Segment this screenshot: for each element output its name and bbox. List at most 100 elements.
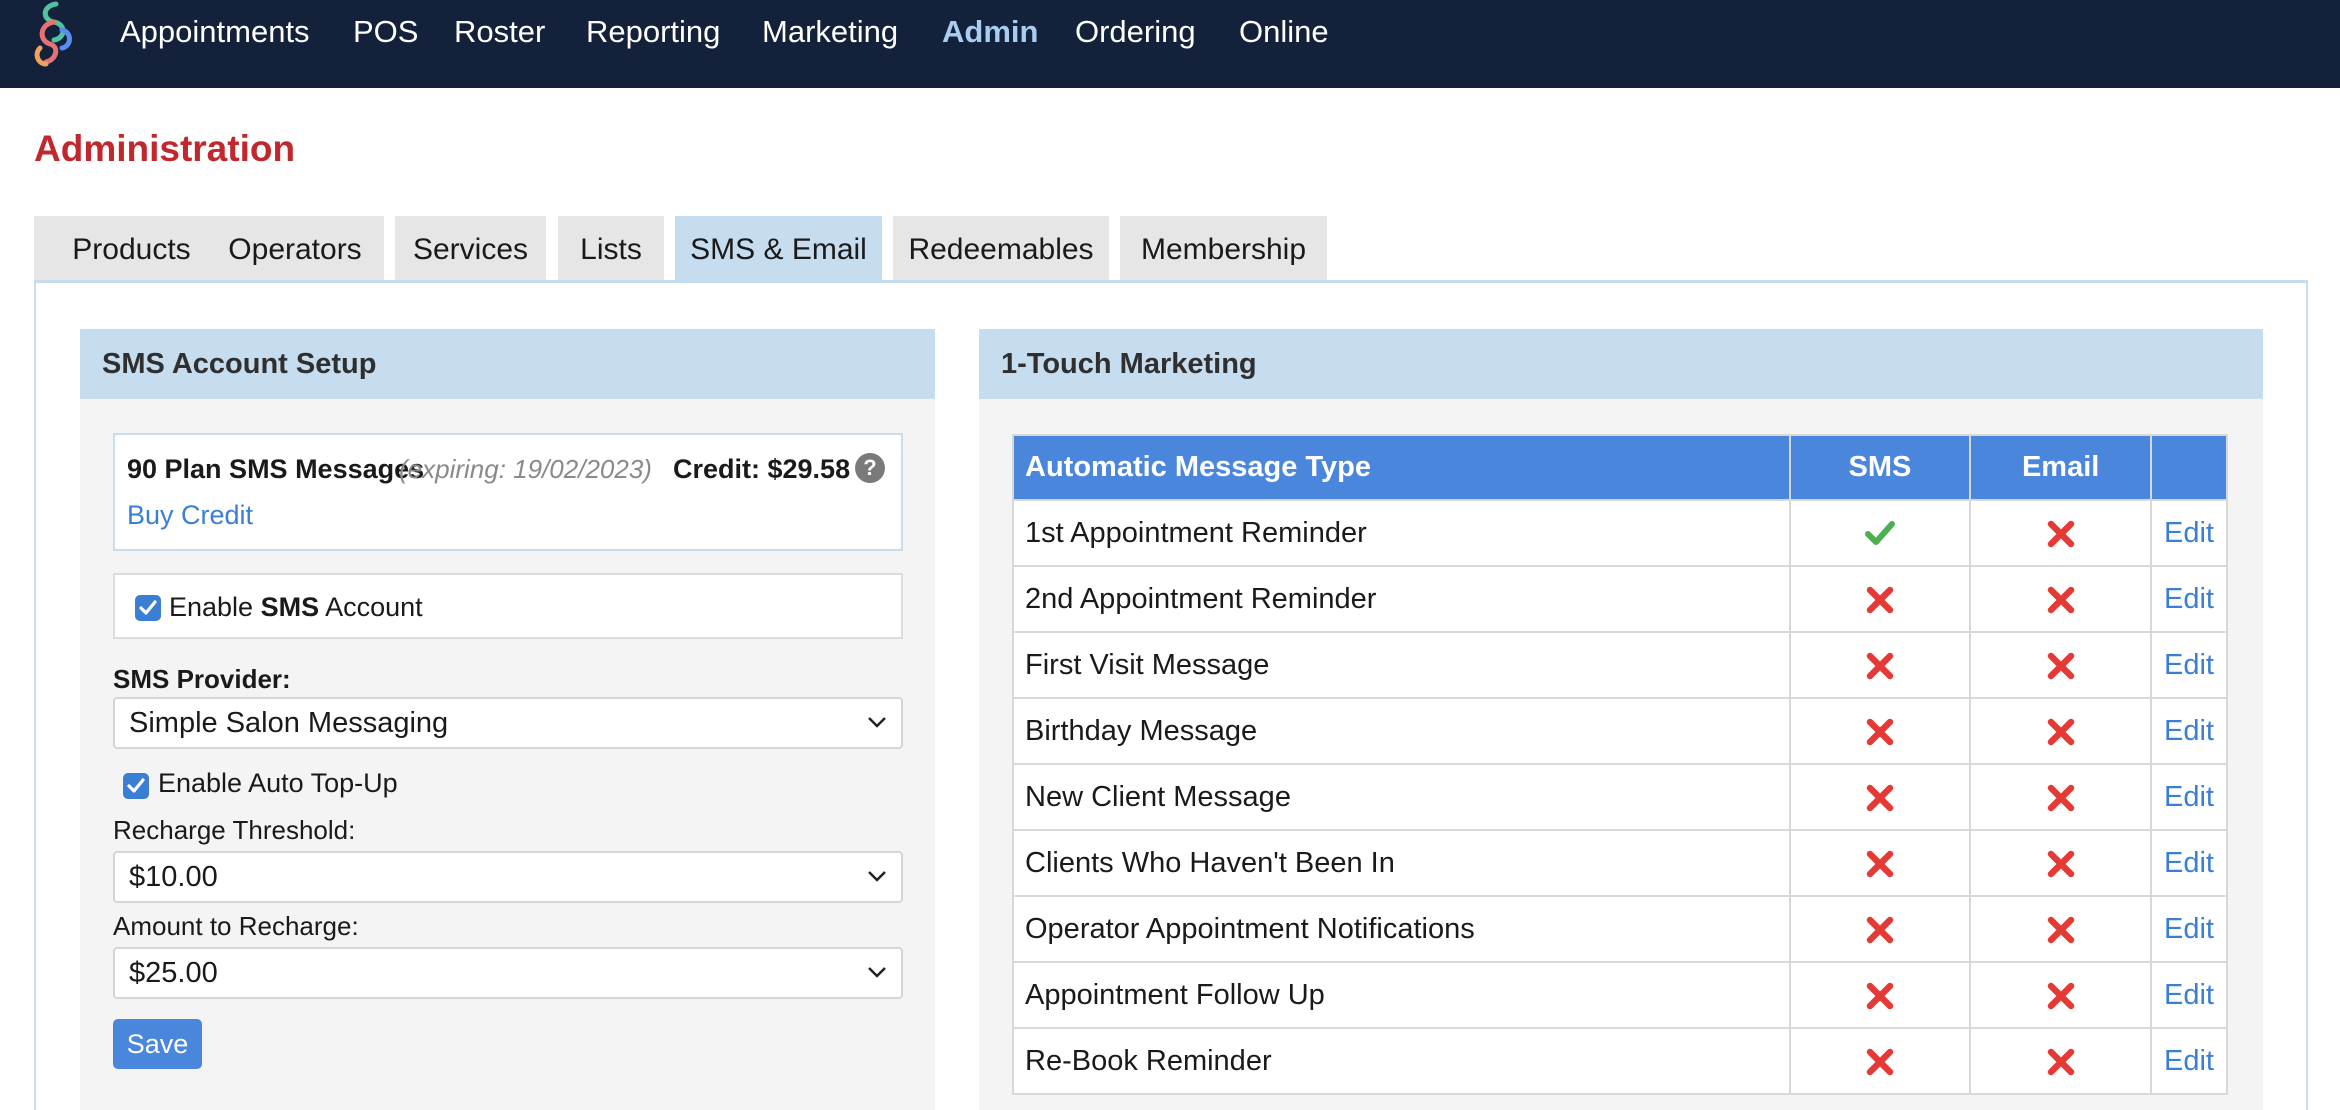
sms-provider-label: SMS Provider: bbox=[113, 664, 291, 694]
cross-icon bbox=[1866, 916, 1894, 943]
nav-admin[interactable]: Admin bbox=[942, 12, 1038, 52]
edit-link[interactable]: Edit bbox=[2164, 1045, 2214, 1077]
tab-sms-email[interactable]: SMS & Email bbox=[675, 216, 882, 281]
email-status-cell[interactable] bbox=[1969, 1027, 2153, 1095]
cross-icon bbox=[1866, 850, 1894, 877]
edit-link[interactable]: Edit bbox=[2164, 715, 2214, 747]
sms-status-cell[interactable] bbox=[1788, 565, 1972, 633]
nav-online[interactable]: Online bbox=[1239, 12, 1329, 52]
column-header-email: Email bbox=[1969, 434, 2153, 501]
email-status-cell[interactable] bbox=[1969, 565, 2153, 633]
tab-products[interactable]: Products bbox=[34, 216, 229, 281]
sms-plan-box: 90 Plan SMS Messages (expiring: 19/02/20… bbox=[113, 433, 903, 551]
table-row: Operator Appointment Notifications Edit bbox=[1012, 895, 2228, 963]
amount-to-recharge-select[interactable]: $25.00 bbox=[113, 947, 903, 999]
tab-operators[interactable]: Operators bbox=[206, 216, 384, 281]
edit-link[interactable]: Edit bbox=[2164, 781, 2214, 813]
nav-ordering[interactable]: Ordering bbox=[1075, 12, 1196, 52]
edit-cell: Edit bbox=[2150, 565, 2228, 633]
cross-icon bbox=[1866, 586, 1894, 613]
cross-icon bbox=[2047, 850, 2074, 877]
edit-cell: Edit bbox=[2150, 961, 2228, 1029]
help-icon[interactable]: ? bbox=[855, 453, 885, 483]
chevron-down-icon bbox=[868, 717, 886, 728]
plan-name: 90 Plan SMS Messages bbox=[127, 454, 425, 484]
tab-services[interactable]: Services bbox=[395, 216, 546, 281]
recharge-threshold-label: Recharge Threshold: bbox=[113, 815, 356, 845]
chevron-down-icon bbox=[868, 871, 886, 882]
one-touch-marketing-panel: 1-Touch Marketing Automatic Message Type… bbox=[979, 329, 2263, 1110]
cross-icon bbox=[2047, 652, 2074, 679]
email-status-cell[interactable] bbox=[1969, 631, 2153, 699]
sms-status-cell[interactable] bbox=[1788, 697, 1972, 765]
buy-credit-link[interactable]: Buy Credit bbox=[127, 497, 253, 533]
nav-reporting[interactable]: Reporting bbox=[586, 12, 720, 52]
auto-topup-checkbox[interactable] bbox=[123, 773, 149, 799]
tab-membership[interactable]: Membership bbox=[1120, 216, 1327, 281]
edit-link[interactable]: Edit bbox=[2164, 847, 2214, 879]
nav-roster[interactable]: Roster bbox=[454, 12, 545, 52]
edit-cell: Edit bbox=[2150, 895, 2228, 963]
recharge-threshold-select[interactable]: $10.00 bbox=[113, 851, 903, 903]
cross-icon bbox=[2047, 916, 2074, 943]
cross-icon bbox=[2047, 520, 2074, 547]
plan-expiry: (expiring: 19/02/2023) bbox=[399, 454, 652, 484]
email-status-cell[interactable] bbox=[1969, 499, 2153, 567]
top-navigation: Appointments POS Roster Reporting Market… bbox=[0, 0, 2340, 88]
sms-status-cell[interactable] bbox=[1788, 631, 1972, 699]
sms-status-cell[interactable] bbox=[1788, 895, 1972, 963]
message-type-name: 1st Appointment Reminder bbox=[1012, 499, 1791, 567]
checkmark-icon bbox=[139, 600, 157, 615]
logo-icon[interactable] bbox=[26, 0, 82, 70]
tab-redeemables[interactable]: Redeemables bbox=[893, 216, 1109, 281]
email-status-cell[interactable] bbox=[1969, 763, 2153, 831]
message-type-name: Appointment Follow Up bbox=[1012, 961, 1791, 1029]
sms-setup-header: SMS Account Setup bbox=[80, 329, 935, 399]
cross-icon bbox=[2047, 982, 2074, 1009]
sms-status-cell[interactable] bbox=[1788, 499, 1972, 567]
sms-provider-select[interactable]: Simple Salon Messaging bbox=[113, 697, 903, 749]
nav-marketing[interactable]: Marketing bbox=[762, 12, 898, 52]
enable-sms-box: Enable SMS Account bbox=[113, 573, 903, 639]
cross-icon bbox=[2047, 784, 2074, 811]
enable-sms-label: Enable SMS Account bbox=[169, 592, 423, 622]
message-type-name: Re-Book Reminder bbox=[1012, 1027, 1791, 1095]
checkmark-icon bbox=[1864, 521, 1895, 546]
edit-link[interactable]: Edit bbox=[2164, 583, 2214, 615]
email-status-cell[interactable] bbox=[1969, 895, 2153, 963]
sms-status-cell[interactable] bbox=[1788, 961, 1972, 1029]
sms-status-cell[interactable] bbox=[1788, 1027, 1972, 1095]
edit-link[interactable]: Edit bbox=[2164, 913, 2214, 945]
enable-sms-checkbox[interactable] bbox=[135, 595, 161, 621]
edit-cell: Edit bbox=[2150, 1027, 2228, 1095]
auto-topup-label: Enable Auto Top-Up bbox=[158, 768, 398, 798]
column-header-action bbox=[2150, 434, 2228, 501]
sms-status-cell[interactable] bbox=[1788, 763, 1972, 831]
nav-appointments[interactable]: Appointments bbox=[120, 12, 310, 52]
table-row: First Visit Message Edit bbox=[1012, 631, 2228, 699]
cross-icon bbox=[1866, 718, 1894, 745]
cross-icon bbox=[2047, 586, 2074, 613]
nav-pos[interactable]: POS bbox=[353, 12, 418, 52]
edit-cell: Edit bbox=[2150, 697, 2228, 765]
edit-link[interactable]: Edit bbox=[2164, 649, 2214, 681]
cross-icon bbox=[2047, 1048, 2074, 1075]
message-type-name: Operator Appointment Notifications bbox=[1012, 895, 1791, 963]
email-status-cell[interactable] bbox=[1969, 961, 2153, 1029]
edit-link[interactable]: Edit bbox=[2164, 979, 2214, 1011]
save-button[interactable]: Save bbox=[113, 1019, 202, 1069]
email-status-cell[interactable] bbox=[1969, 829, 2153, 897]
table-row: New Client Message Edit bbox=[1012, 763, 2228, 831]
column-header-sms: SMS bbox=[1788, 434, 1972, 501]
cross-icon bbox=[1866, 1048, 1894, 1075]
tab-lists[interactable]: Lists bbox=[558, 216, 664, 281]
edit-link[interactable]: Edit bbox=[2164, 517, 2214, 549]
email-status-cell[interactable] bbox=[1969, 697, 2153, 765]
edit-cell: Edit bbox=[2150, 763, 2228, 831]
table-row: Clients Who Haven't Been In Edit bbox=[1012, 829, 2228, 897]
cross-icon bbox=[1866, 652, 1894, 679]
sms-status-cell[interactable] bbox=[1788, 829, 1972, 897]
table-row: Re-Book Reminder Edit bbox=[1012, 1027, 2228, 1095]
message-type-name: 2nd Appointment Reminder bbox=[1012, 565, 1791, 633]
cross-icon bbox=[1866, 784, 1894, 811]
